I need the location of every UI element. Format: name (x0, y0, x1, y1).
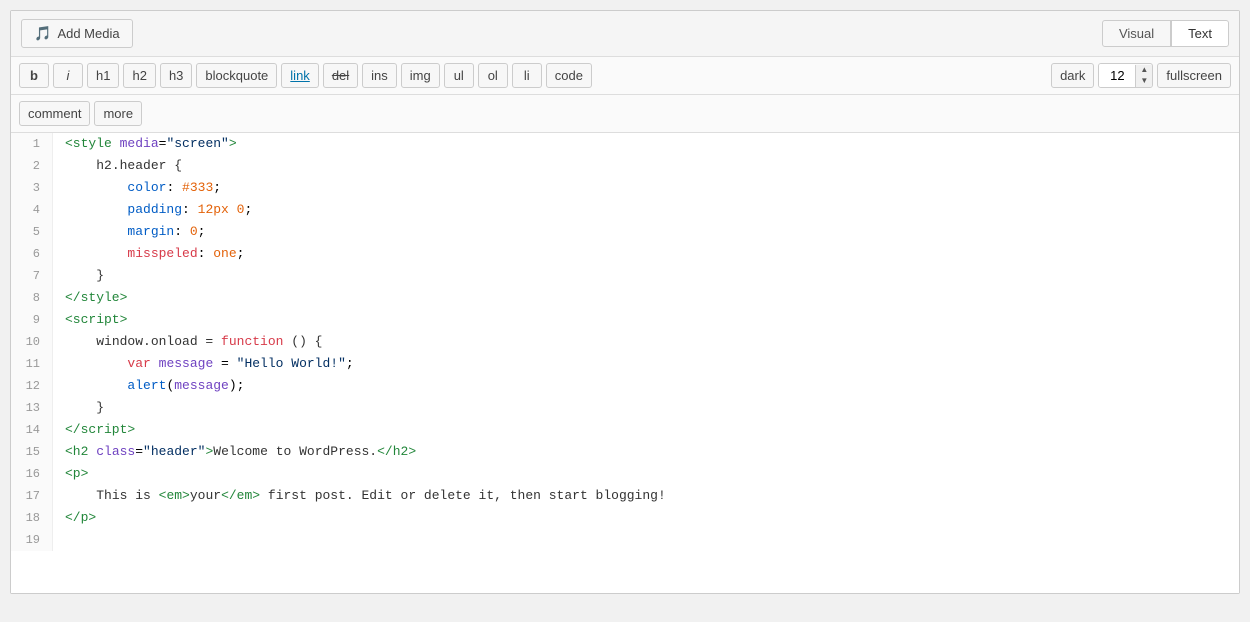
code-line: 15<h2 class="header">Welcome to WordPres… (11, 441, 1239, 463)
font-size-arrows: ▲ ▼ (1135, 65, 1152, 87)
line-content: padding: 12px 0; (53, 199, 1239, 221)
line-number: 18 (11, 507, 53, 529)
code-line: 14</script> (11, 419, 1239, 441)
line-number: 8 (11, 287, 53, 309)
dark-theme-btn[interactable]: dark (1051, 63, 1094, 88)
code-line: 18</p> (11, 507, 1239, 529)
img-btn[interactable]: img (401, 63, 440, 88)
line-content: <h2 class="header">Welcome to WordPress.… (53, 441, 1239, 463)
h2-btn[interactable]: h2 (123, 63, 155, 88)
view-tabs: Visual Text (1102, 20, 1229, 47)
line-number: 2 (11, 155, 53, 177)
line-content: misspeled: one; (53, 243, 1239, 265)
line-number: 3 (11, 177, 53, 199)
code-line: 19 (11, 529, 1239, 551)
code-line: 17 This is <em>your</em> first post. Edi… (11, 485, 1239, 507)
code-line: 9<script> (11, 309, 1239, 331)
code-line: 6 misspeled: one; (11, 243, 1239, 265)
line-number: 14 (11, 419, 53, 441)
code-editor[interactable]: 1<style media="screen">2 h2.header {3 co… (11, 133, 1239, 593)
ol-btn[interactable]: ol (478, 63, 508, 88)
code-line: 13 } (11, 397, 1239, 419)
font-size-wrapper: ▲ ▼ (1098, 63, 1153, 88)
line-number: 19 (11, 529, 53, 551)
top-bar: 🎵 Add Media Visual Text (11, 11, 1239, 57)
line-content: </style> (53, 287, 1239, 309)
line-number: 11 (11, 353, 53, 375)
line-content: </p> (53, 507, 1239, 529)
font-size-down-arrow[interactable]: ▼ (1136, 76, 1152, 87)
code-line: 5 margin: 0; (11, 221, 1239, 243)
add-media-label: Add Media (57, 26, 119, 41)
line-number: 17 (11, 485, 53, 507)
line-content: window.onload = function () { (53, 331, 1239, 353)
h1-btn[interactable]: h1 (87, 63, 119, 88)
ul-btn[interactable]: ul (444, 63, 474, 88)
h3-btn[interactable]: h3 (160, 63, 192, 88)
code-line: 12 alert(message); (11, 375, 1239, 397)
line-number: 1 (11, 133, 53, 155)
font-size-input[interactable] (1099, 64, 1135, 87)
bold-btn[interactable]: b (19, 63, 49, 88)
line-content: } (53, 397, 1239, 419)
add-media-icon: 🎵 (34, 25, 51, 42)
line-number: 5 (11, 221, 53, 243)
line-number: 6 (11, 243, 53, 265)
blockquote-btn[interactable]: blockquote (196, 63, 277, 88)
code-btn[interactable]: code (546, 63, 592, 88)
link-btn[interactable]: link (281, 63, 319, 88)
code-line: 8</style> (11, 287, 1239, 309)
line-content: <script> (53, 309, 1239, 331)
line-content: margin: 0; (53, 221, 1239, 243)
toolbar-row2: comment more (11, 95, 1239, 133)
code-line: 16<p> (11, 463, 1239, 485)
line-content: <p> (53, 463, 1239, 485)
code-line: 1<style media="screen"> (11, 133, 1239, 155)
comment-btn[interactable]: comment (19, 101, 90, 126)
editor-container: 🎵 Add Media Visual Text b i h1 h2 h3 blo… (10, 10, 1240, 594)
line-content: </script> (53, 419, 1239, 441)
code-line: 3 color: #333; (11, 177, 1239, 199)
code-line: 7 } (11, 265, 1239, 287)
code-line: 11 var message = "Hello World!"; (11, 353, 1239, 375)
line-number: 7 (11, 265, 53, 287)
toolbar-row1: b i h1 h2 h3 blockquote link del ins img… (11, 57, 1239, 95)
code-line: 4 padding: 12px 0; (11, 199, 1239, 221)
line-number: 15 (11, 441, 53, 463)
line-content: <style media="screen"> (53, 133, 1239, 155)
line-content: h2.header { (53, 155, 1239, 177)
line-content: alert(message); (53, 375, 1239, 397)
fullscreen-btn[interactable]: fullscreen (1157, 63, 1231, 88)
more-btn[interactable]: more (94, 101, 142, 126)
italic-btn[interactable]: i (53, 63, 83, 88)
line-number: 13 (11, 397, 53, 419)
line-content: color: #333; (53, 177, 1239, 199)
add-media-button[interactable]: 🎵 Add Media (21, 19, 133, 48)
ins-btn[interactable]: ins (362, 63, 397, 88)
line-number: 12 (11, 375, 53, 397)
line-content: var message = "Hello World!"; (53, 353, 1239, 375)
line-number: 16 (11, 463, 53, 485)
code-line: 10 window.onload = function () { (11, 331, 1239, 353)
line-number: 10 (11, 331, 53, 353)
line-number: 9 (11, 309, 53, 331)
font-size-up-arrow[interactable]: ▲ (1136, 65, 1152, 76)
code-line: 2 h2.header { (11, 155, 1239, 177)
del-btn[interactable]: del (323, 63, 358, 88)
tab-text[interactable]: Text (1171, 20, 1229, 47)
li-btn[interactable]: li (512, 63, 542, 88)
line-content: } (53, 265, 1239, 287)
tab-visual[interactable]: Visual (1102, 20, 1171, 47)
line-number: 4 (11, 199, 53, 221)
line-content: This is <em>your</em> first post. Edit o… (53, 485, 1239, 507)
